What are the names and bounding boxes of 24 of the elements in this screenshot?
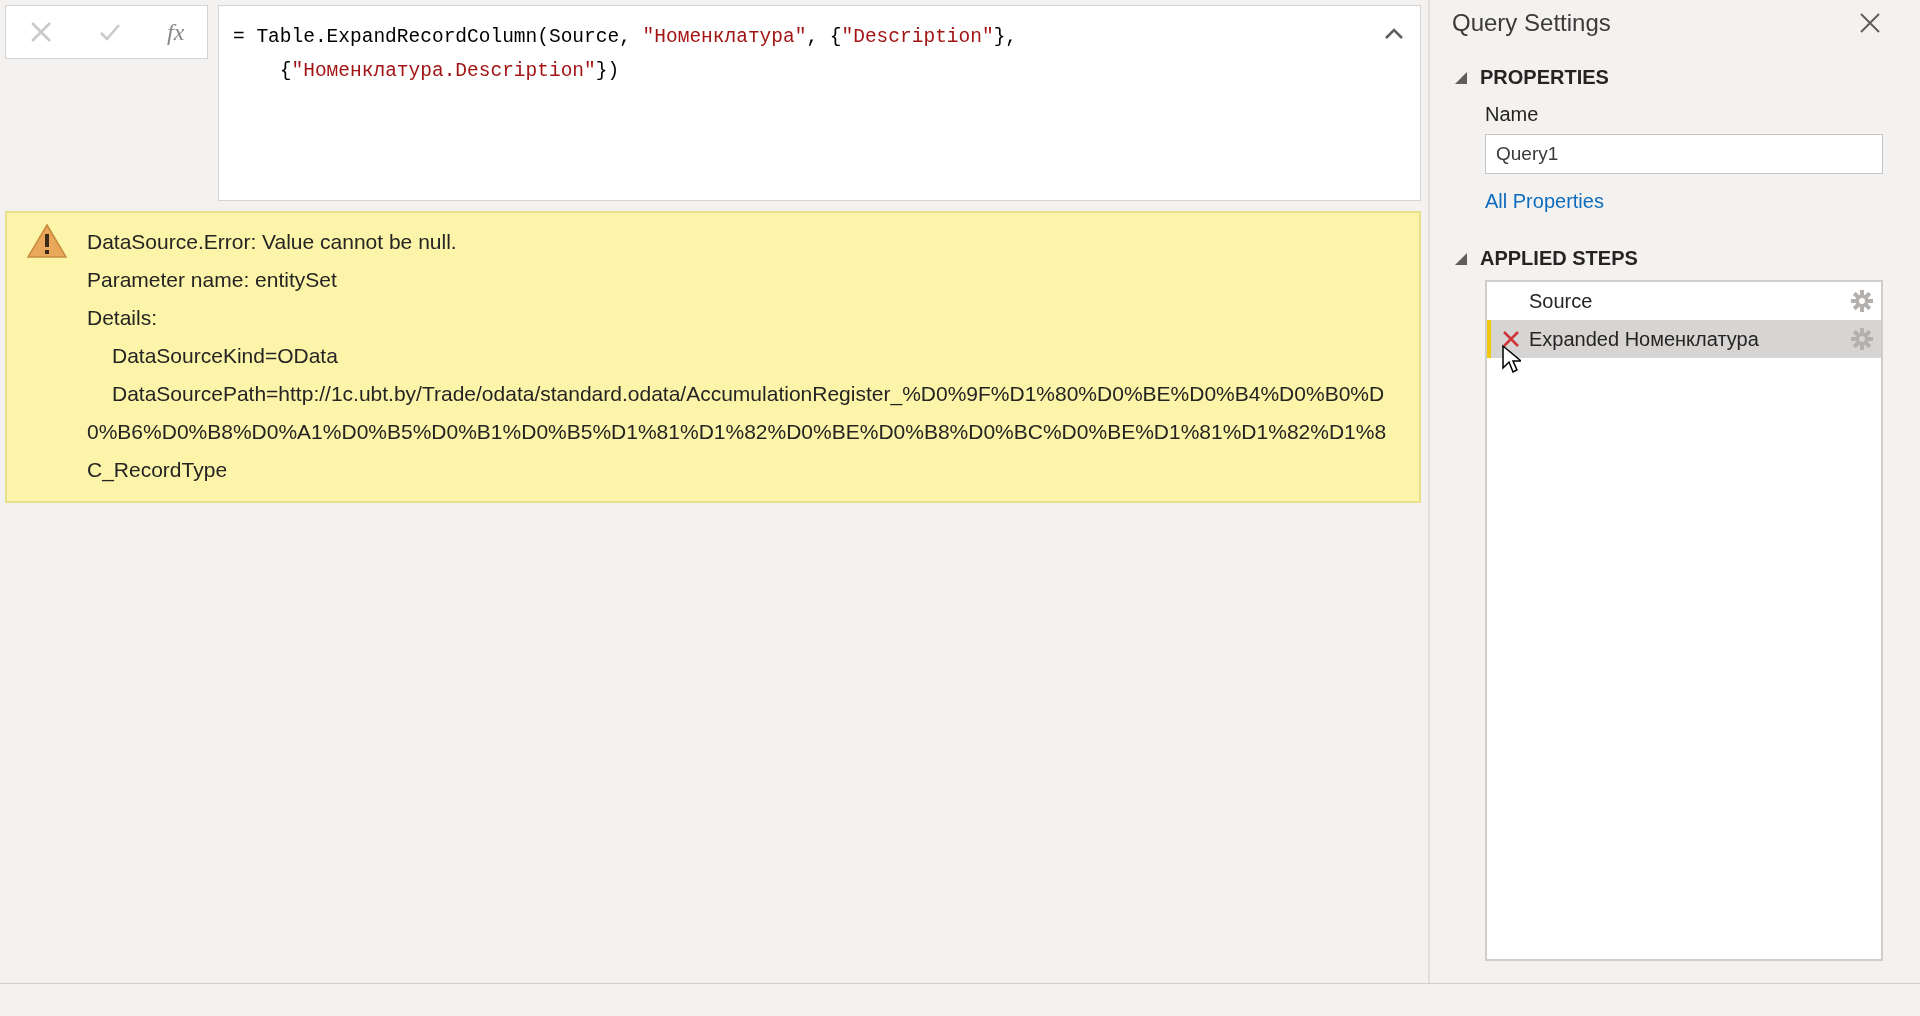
- close-icon: [1859, 12, 1881, 34]
- close-icon: [28, 20, 53, 44]
- error-message-line: DataSourceKind=OData: [111, 343, 339, 369]
- insert-function-button[interactable]: fx: [159, 14, 193, 50]
- error-message-line: Parameter name: entitySet: [87, 267, 338, 293]
- applied-step[interactable]: Source: [1487, 282, 1881, 320]
- name-input-field[interactable]: Query1: [1485, 134, 1883, 174]
- all-properties-link[interactable]: All Properties: [1485, 190, 1604, 213]
- section-header[interactable]: PROPERTIES: [1480, 66, 1609, 89]
- chevron-up-icon: [1384, 26, 1404, 40]
- formula-code-line: {"Номенклатура.Description"}): [278, 59, 620, 84]
- applied-step[interactable]: Expanded Номенклатура: [1487, 320, 1881, 358]
- error-message-line: DataSource.Error: Value cannot be null.: [87, 229, 458, 255]
- formula-code-line: = Table.ExpandRecordColumn(Source, "Номенклатура", {"Description"},: [233, 25, 1018, 50]
- mouse-pointer-icon: [1501, 344, 1521, 374]
- error-message-line: Details:: [87, 305, 159, 331]
- section-header[interactable]: APPLIED STEPS: [1480, 247, 1638, 270]
- gear-icon: [1851, 328, 1873, 350]
- formula-editor[interactable]: = Table.ExpandRecordColumn(Source, "Номенклатура", {"Description"}, {"Номенклатура.Description"}): [218, 5, 1421, 201]
- pane-title: Query Settings: [1452, 9, 1611, 37]
- gear-icon: [1851, 290, 1873, 312]
- name-label: Name: [1485, 103, 1540, 126]
- warning-icon: [27, 223, 67, 259]
- error-message-line: DataSourcePath=http://1c.ubt.by/Trade/odata/standard.odata/AccumulationRegister_%D0%9F%D1%80%D0%BE%D0%B4%D0%B0%D0%B6%D0%B8%D0%A1%D0%B5%D0%B1%D0%B5%D1%81%D1%82%D0%BE%D0%B8%D0%BC%D0%BE%D1%81%D1%82%D1%8C_RecordType: [87, 381, 1388, 484]
